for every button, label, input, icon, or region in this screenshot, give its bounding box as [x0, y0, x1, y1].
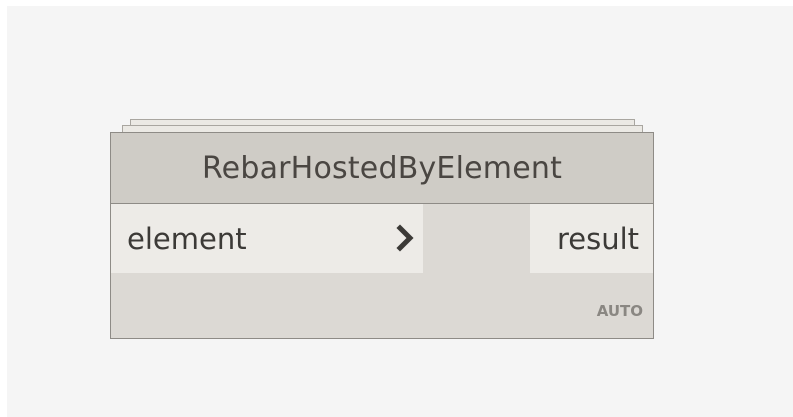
node-header[interactable]: RebarHostedByElement: [111, 133, 653, 204]
input-port-label: element: [127, 221, 247, 256]
node-title: RebarHostedByElement: [201, 150, 563, 186]
workspace-canvas[interactable]: RebarHostedByElement element result AUTO: [7, 6, 793, 417]
ports-row: element result: [111, 204, 653, 273]
output-port-label: result: [556, 221, 639, 256]
lacing-indicator[interactable]: AUTO: [597, 302, 643, 320]
output-port-result[interactable]: result: [530, 204, 653, 273]
chevron-right-icon: [396, 224, 414, 252]
input-port-element[interactable]: element: [111, 204, 423, 273]
rebar-hosted-by-element-node[interactable]: RebarHostedByElement element result AUTO: [110, 132, 654, 339]
